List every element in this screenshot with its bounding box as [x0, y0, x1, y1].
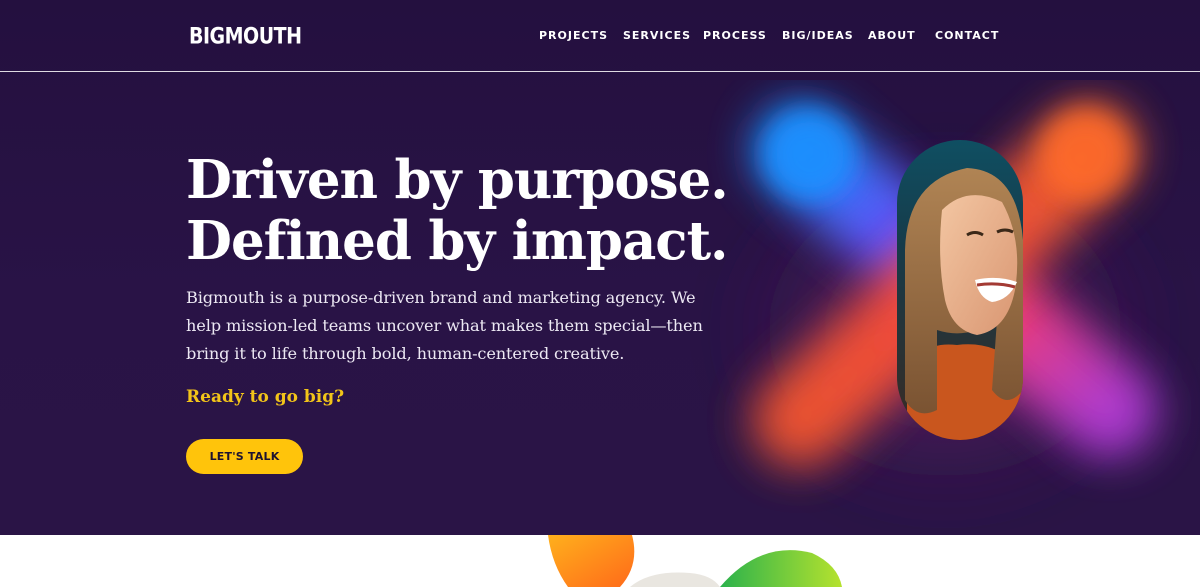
hero-portrait-photo: [897, 140, 1023, 440]
nav-item-services[interactable]: SERVICES: [623, 29, 691, 42]
headline-line-1: Driven by purpose.: [186, 149, 729, 211]
headline-line-2: Defined by impact.: [186, 210, 729, 272]
nav-item-projects[interactable]: PROJECTS: [539, 29, 608, 42]
nav-item-about[interactable]: ABOUT: [868, 29, 916, 42]
hero-prompt: Ready to go big?: [186, 387, 345, 407]
nav-item-process[interactable]: PROCESS: [703, 29, 767, 42]
next-section-preview: [0, 535, 1200, 587]
nav-item-big-ideas[interactable]: BIG/IDEAS: [782, 29, 854, 42]
main-menu: PROJECTS SERVICES PROCESS BIG/IDEAS ABOU…: [0, 29, 1200, 45]
nav-item-contact[interactable]: CONTACT: [935, 29, 999, 42]
next-section-art: [548, 535, 842, 587]
hero-intro-text: Bigmouth is a purpose-driven brand and m…: [186, 288, 703, 363]
hero-section: BIGMOUTH PROJECTS SERVICES PROCESS BIG/I…: [0, 0, 1200, 535]
hero-headline: Driven by purpose. Defined by impact.: [186, 149, 729, 272]
smiling-woman-portrait-icon: [905, 168, 1023, 440]
top-navigation-bar: BIGMOUTH PROJECTS SERVICES PROCESS BIG/I…: [0, 0, 1200, 72]
lets-talk-button[interactable]: LET'S TALK: [186, 439, 303, 474]
